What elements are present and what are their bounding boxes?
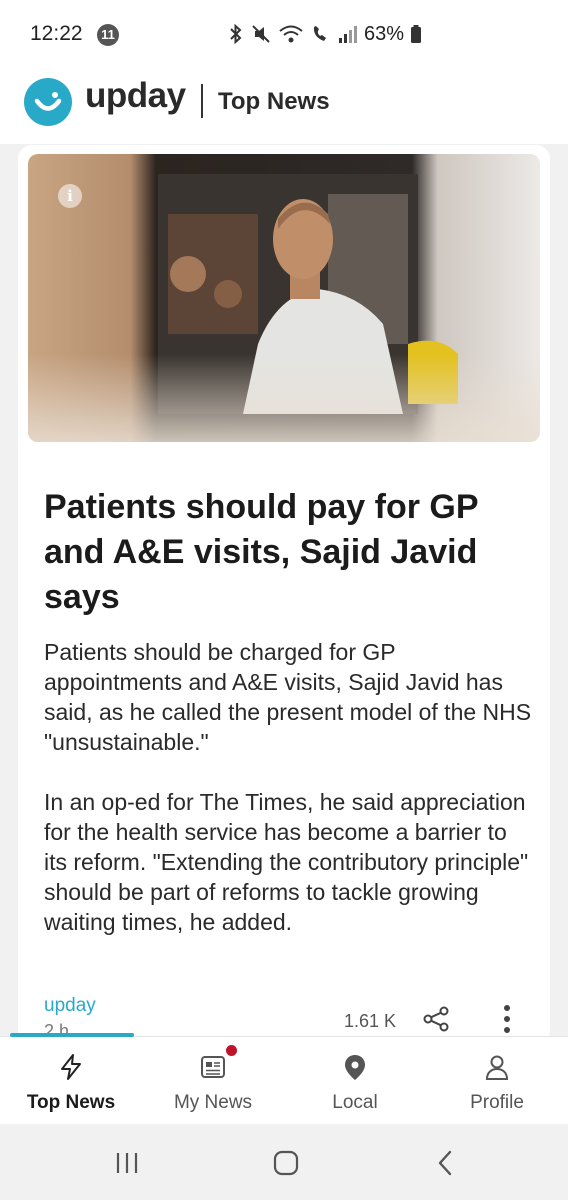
signal-icon — [339, 26, 357, 43]
notification-count-badge: 11 — [97, 24, 119, 46]
share-icon[interactable] — [422, 1005, 450, 1033]
bottom-navigation: Top News My News Local Profile — [0, 1033, 568, 1125]
article-image[interactable]: i — [28, 154, 540, 442]
header-divider — [201, 84, 203, 118]
tab-local[interactable]: Local — [284, 1037, 426, 1125]
notification-dot — [226, 1045, 237, 1056]
article-photo — [28, 154, 540, 442]
back-icon[interactable] — [431, 1148, 461, 1178]
tab-top-news[interactable]: Top News — [0, 1037, 142, 1125]
tab-label: Top News — [26, 1092, 116, 1113]
newspaper-icon — [201, 1056, 225, 1078]
recent-apps-icon[interactable] — [112, 1148, 142, 1178]
section-title: Top News — [218, 88, 330, 115]
article-paragraph: Patients should be charged for GP appoin… — [44, 639, 532, 755]
wifi-calling-icon — [313, 26, 326, 41]
app-name: upday — [85, 76, 186, 115]
tab-label: My News — [173, 1092, 253, 1113]
tab-my-news[interactable]: My News — [142, 1037, 284, 1125]
battery-icon — [411, 25, 422, 43]
article-card[interactable]: i Patients should pay for GP and A&E vis… — [18, 145, 550, 1045]
home-icon[interactable] — [271, 1148, 301, 1178]
status-bar: 12:22 11 63% — [0, 0, 568, 64]
tab-profile[interactable]: Profile — [426, 1037, 568, 1125]
tab-label: Local — [332, 1092, 378, 1113]
person-icon — [485, 1055, 509, 1080]
article-source[interactable]: upday — [44, 995, 96, 1017]
more-options-icon[interactable] — [500, 1003, 514, 1035]
battery-percent: 63% — [364, 22, 405, 45]
article-body: Patients should be charged for GP appoin… — [44, 637, 534, 937]
bolt-icon — [61, 1054, 81, 1080]
share-count: 1.61 K — [344, 1011, 397, 1031]
mute-icon — [252, 25, 270, 43]
bluetooth-icon — [230, 23, 242, 45]
upday-logo-icon — [24, 78, 72, 126]
location-pin-icon — [345, 1055, 365, 1080]
status-icons: 63% — [228, 22, 422, 46]
article-headline[interactable]: Patients should pay for GP and A&E visit… — [44, 485, 534, 620]
tab-label: Profile — [470, 1092, 524, 1113]
status-time: 12:22 — [30, 22, 83, 45]
article-paragraph: In an op-ed for The Times, he said appre… — [44, 789, 529, 935]
app-header: upday Top News — [0, 64, 568, 144]
image-info-icon[interactable]: i — [58, 184, 82, 208]
system-navigation-bar — [0, 1124, 568, 1200]
wifi-icon — [279, 25, 303, 43]
